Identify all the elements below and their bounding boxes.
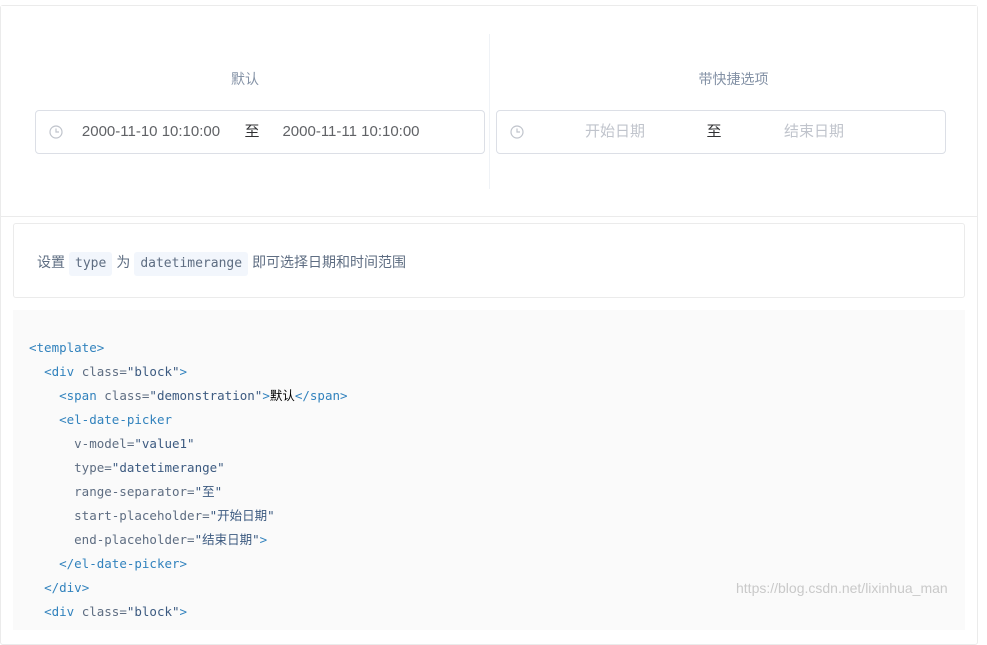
end-date-input[interactable]: 2000-11-11 10:10:00 — [276, 111, 426, 153]
code-line-6: type="datetimerange" — [29, 456, 225, 480]
code-line-4: <el-date-picker — [29, 408, 172, 432]
code-token: > — [179, 364, 188, 379]
code-line-7: range-separator="至" — [29, 480, 222, 504]
range-separator: 至 — [244, 123, 260, 140]
code-token: "block" — [126, 604, 180, 619]
code-token: type= — [74, 460, 112, 475]
code-token: "block" — [126, 364, 180, 379]
code-token: > — [179, 604, 188, 619]
block-default: 默认 2000-11-10 10:10:00 至 2000-11-11 10:1… — [1, 6, 489, 216]
code-token: class= — [104, 388, 150, 403]
code-token: start-placeholder= — [74, 508, 210, 523]
end-date-input[interactable]: 结束日期 — [746, 111, 882, 153]
code-token: <span — [59, 388, 105, 403]
code-token: <el-date-picker — [59, 412, 172, 427]
code-token: > — [259, 532, 268, 547]
demo-area: 默认 2000-11-10 10:10:00 至 2000-11-11 10:1… — [1, 6, 977, 217]
code-line-12: <div class="block"> — [29, 600, 187, 624]
code-line-2: <div class="block"> — [29, 360, 187, 384]
code-line-11: </div> — [29, 576, 89, 600]
code-token: </el-date-picker> — [59, 556, 188, 571]
demo-title-shortcuts: 带快捷选项 — [698, 71, 769, 87]
description-prefix: 设置 — [37, 254, 65, 270]
description-suffix: 即可选择日期和时间范围 — [252, 254, 407, 270]
code-datetimerange: datetimerange — [134, 252, 249, 276]
code-token: 默认 — [269, 388, 295, 403]
range-separator: 至 — [706, 123, 722, 140]
code-token: range-separator= — [74, 484, 195, 499]
code-token: </span> — [294, 388, 348, 403]
code-line-3: <span class="demonstration">默认</span> — [29, 384, 348, 408]
code-line-1: <template> — [29, 336, 104, 360]
code-token: class= — [81, 604, 127, 619]
block-shortcuts: 带快捷选项 开始日期 至 结束日期 — [490, 6, 977, 216]
description-text: 设置 type 为 datetimerange 即可选择日期和时间范围 — [37, 250, 406, 276]
clock-icon — [510, 125, 524, 139]
code-line-10: </el-date-picker> — [29, 552, 187, 576]
description-box: 设置 type 为 datetimerange 即可选择日期和时间范围 — [13, 223, 965, 298]
datetime-range-picker-default[interactable]: 2000-11-10 10:10:00 至 2000-11-11 10:10:0… — [35, 110, 485, 154]
code-token: "value1" — [134, 436, 195, 451]
start-date-input[interactable]: 2000-11-10 10:10:00 — [76, 111, 226, 153]
demo-title-default: 默认 — [231, 71, 259, 87]
code-token: </div> — [44, 580, 90, 595]
clock-icon — [49, 125, 63, 139]
code-token: "结束日期" — [194, 532, 260, 547]
code-line-9: end-placeholder="结束日期"> — [29, 528, 267, 552]
code-line-8: start-placeholder="开始日期" — [29, 504, 275, 528]
code-token: end-placeholder= — [74, 532, 195, 547]
code-token: <div — [44, 364, 82, 379]
description-middle: 为 — [116, 254, 131, 270]
datetime-range-picker-shortcuts[interactable]: 开始日期 至 结束日期 — [496, 110, 946, 154]
code-token: "开始日期" — [209, 508, 275, 523]
code-token: <template> — [29, 340, 105, 355]
code-token: class= — [81, 364, 127, 379]
code-token: "至" — [194, 484, 223, 499]
start-date-input[interactable]: 开始日期 — [547, 111, 683, 153]
code-type: type — [69, 252, 113, 276]
watermark: https://blog.csdn.net/lixinhua_man — [736, 580, 948, 596]
code-line-5: v-model="value1" — [29, 432, 195, 456]
code-token: "demonstration" — [149, 388, 263, 403]
code-token: v-model= — [74, 436, 135, 451]
code-token: > — [262, 388, 270, 403]
code-token: <div — [44, 604, 82, 619]
code-token: "datetimerange" — [111, 460, 225, 475]
